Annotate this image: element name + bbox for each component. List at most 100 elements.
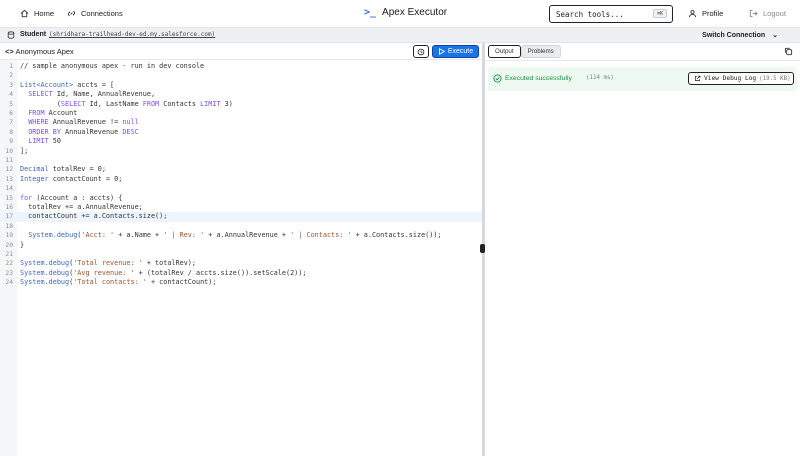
code-line[interactable]: 15 for (Account a : accts) { [0,194,482,203]
connections-label: Connections [81,9,123,18]
splitter-handle[interactable] [480,244,485,253]
line-number: 11 [5,157,13,164]
connections-link[interactable]: Connections [67,9,123,18]
code-text: for (Account a : accts) { [20,193,123,202]
code-line[interactable]: 6 FROM Account [0,109,482,118]
code-line[interactable]: 9 LIMIT 50 [0,137,482,146]
switch-connection-button[interactable]: Switch Connection ⌄ [702,31,778,39]
keyboard-shortcut-badge: ⌘K [653,9,667,18]
line-number: 22 [5,260,13,268]
code-text: ]; [20,146,29,155]
line-number: 12 [5,166,13,174]
line-number: 18 [5,222,13,230]
execution-duration: (114 ms) [586,75,614,81]
code-text: // sample anonymous apex - run in dev co… [20,62,205,70]
code-text: ORDER BY AnnualRevenue DESC [28,127,139,136]
code-line[interactable]: 20} [0,241,482,250]
code-line[interactable]: 8 ORDER BY AnnualRevenue DESC [0,128,482,137]
logout-link[interactable]: Logout [749,9,786,18]
code-text: Integer contactCount = 0; [20,174,123,183]
line-number: 2 [9,72,13,80]
code-line[interactable]: 13 Integer contactCount = 0; [0,175,482,184]
code-line[interactable]: 22 System.debug('Total revenue: ' + total… [0,259,482,268]
code-line[interactable]: 3 List<Account> accts = [ [0,81,482,90]
code-line[interactable]: 10]; [0,147,482,156]
line-number: 23 [5,269,13,277]
tab-output[interactable]: Output [488,45,521,58]
line-number: 20 [5,241,13,249]
code-line[interactable]: 21 [0,250,482,259]
line-number: 8 [9,128,13,136]
code-line[interactable]: 4 SELECT Id, Name, AnnualRevenue, [0,90,482,99]
code-text: System.debug('Total revenue: ' + totalRe… [20,259,196,268]
code-line[interactable]: 24 System.debug('Total contacts: ' + cont… [0,278,482,287]
execute-button[interactable]: Execute [432,45,479,58]
code-editor[interactable]: 1 // sample anonymous apex - run in dev c… [0,60,482,456]
code-line[interactable]: 23 System.debug('Avg revenue: ' + (totalR… [0,269,482,278]
code-line[interactable]: 17 contactCount += a.Contacts.size(); [0,212,482,222]
home-link[interactable]: Home [20,9,54,18]
view-debug-log-button[interactable]: View Debug Log (19.5 KB) [688,72,794,85]
line-number: 14 [5,185,13,193]
status-message: Executed successfully [505,75,572,82]
check-circle-icon [493,74,502,83]
switch-connection-label: Switch Connection [702,32,766,39]
code-line[interactable]: 18 [0,222,482,231]
logout-icon [749,9,758,18]
top-navigation: Home Connections >_ Apex Executor Search… [0,0,800,28]
home-label: Home [34,9,55,18]
copy-icon[interactable] [784,47,793,56]
code-text: System.debug('Total contacts: ' + contac… [20,278,217,287]
code-icon: <> [5,47,14,56]
execution-result: Executed successfully (114 ms) View Debu… [488,67,797,91]
line-number: 15 [5,194,13,202]
app-title: Apex Executor [382,7,448,18]
chevron-down-icon: ⌄ [772,32,778,39]
code-line[interactable]: 2 [0,71,482,80]
code-text: System.debug('Avg revenue: ' + (totalRev… [20,268,307,277]
line-number: 1 [9,63,13,70]
line-number: 24 [5,279,13,287]
code-text: WHERE AnnualRevenue != null [28,118,139,127]
terminal-icon: >_ [364,7,377,18]
logout-label: Logout [763,9,786,18]
connection-bar: Student (shridhara-trailhead-dev-ed.my.s… [0,28,800,43]
code-line[interactable]: 7 WHERE AnnualRevenue != null [0,118,482,127]
debug-log-size: (19.5 KB) [759,75,791,82]
code-text: totalRev += a.AnnualRevenue; [20,203,143,211]
line-number: 21 [5,251,13,258]
connection-name: Student [20,31,47,38]
app-brand: >_ Apex Executor [364,7,447,18]
line-number: 7 [9,119,13,127]
line-number: 3 [9,81,13,89]
code-text: LIMIT 50 [28,137,61,146]
code-line[interactable]: 19 System.debug('Acct: ' + a.Name + ' | … [0,231,482,240]
external-link-icon [695,75,701,81]
editor-header: <> Anonymous Apex Execute [0,43,482,60]
code-line[interactable]: 11 [0,156,482,165]
code-line[interactable]: 5 (SELECT Id, LastName FROM Contacts LIM… [0,100,482,109]
line-number: 10 [5,147,13,155]
history-icon [417,48,425,55]
code-line[interactable]: 12 Decimal totalRev = 0; [0,165,482,174]
code-text: SELECT Id, Name, AnnualRevenue, [28,90,156,99]
line-number: 5 [9,100,13,108]
line-number: 17 [5,213,13,221]
code-line[interactable]: 16 totalRev += a.AnnualRevenue; [0,203,482,212]
database-icon [7,31,15,39]
code-line[interactable]: 14 [0,184,482,193]
play-icon [438,48,445,55]
line-number: 16 [5,204,13,211]
code-text: System.debug('Acct: ' + a.Name + ' | Rev… [28,231,442,240]
line-number: 9 [9,138,13,146]
code-line[interactable]: 1 // sample anonymous apex - run in dev c… [0,62,482,71]
line-number: 19 [5,232,13,240]
tab-problems[interactable]: Problems [520,45,561,58]
search-tools-input[interactable]: Search tools... ⌘K [549,5,673,23]
search-placeholder: Search tools... [556,9,624,19]
results-tabs: Output Problems [488,43,565,60]
profile-link[interactable]: Profile [688,9,723,18]
connection-url[interactable]: (shridhara-trailhead-dev-ed.my.salesforc… [49,31,215,38]
link-icon [67,10,76,17]
history-button[interactable] [413,45,429,58]
